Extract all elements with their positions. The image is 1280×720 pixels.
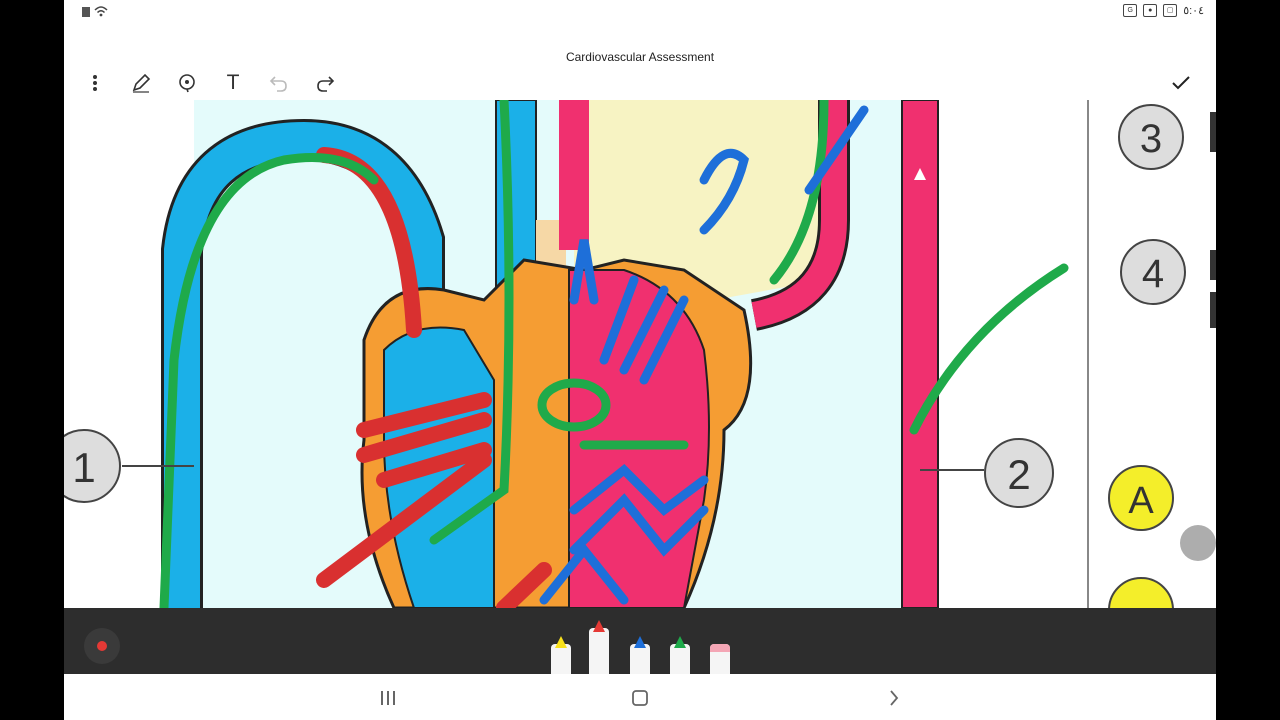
- record-button[interactable]: [84, 628, 120, 664]
- callout-circle-partial: [1108, 577, 1174, 608]
- home-icon[interactable]: [620, 684, 660, 712]
- status-time: ٥:٠٤: [1183, 5, 1204, 17]
- document-title: Cardiovascular Assessment: [565, 50, 715, 64]
- drawing-canvas[interactable]: 1 2 3 4 A: [64, 100, 1216, 608]
- clipped-text: [1210, 112, 1216, 152]
- pen-blue[interactable]: [630, 636, 650, 674]
- pen-yellow[interactable]: [551, 636, 571, 674]
- status-left: [82, 5, 108, 17]
- check-icon[interactable]: [1166, 68, 1196, 98]
- pen-tip-blue: [634, 636, 646, 648]
- eraser[interactable]: [710, 644, 730, 674]
- status-right: G ● ▢ ٥:٠٤: [1123, 4, 1204, 17]
- clipped-text: [1210, 292, 1216, 328]
- wifi-icon: [94, 6, 108, 17]
- scroll-handle[interactable]: [1180, 525, 1216, 561]
- pen-tip-yellow: [555, 636, 567, 648]
- system-nav-bar: [64, 674, 1216, 720]
- pen-tip-red: [593, 620, 605, 632]
- callout-label-3: 3: [1140, 117, 1162, 161]
- translate-icon: G: [1123, 4, 1138, 17]
- callout-label-a: A: [1128, 480, 1154, 522]
- screen: G ● ▢ ٥:٠٤ Cardiovascular Assessment T 1…: [64, 0, 1216, 720]
- callout-label-1: 1: [72, 444, 95, 491]
- record-icon: [97, 641, 107, 651]
- sd-card-icon: [82, 6, 90, 17]
- callout-label-4: 4: [1142, 252, 1164, 296]
- pen-green[interactable]: [670, 636, 690, 674]
- pen-tip-green: [674, 636, 686, 648]
- pen-red[interactable]: [589, 620, 609, 674]
- more-vert-icon[interactable]: [80, 68, 110, 98]
- text-icon[interactable]: T: [218, 68, 248, 98]
- screen-record-icon: ●: [1143, 4, 1158, 17]
- status-bar: G ● ▢ ٥:٠٤: [64, 0, 1216, 24]
- back-icon[interactable]: [874, 684, 914, 712]
- screenshot-icon: ▢: [1163, 4, 1178, 17]
- undo-icon[interactable]: [264, 68, 294, 98]
- clipped-text: [1210, 250, 1216, 280]
- toolbar: T: [64, 66, 1216, 98]
- recents-icon[interactable]: [368, 684, 408, 712]
- pen-tray: [64, 608, 1216, 674]
- callout-label-2: 2: [1007, 451, 1030, 498]
- pen-icon[interactable]: [126, 68, 156, 98]
- redo-icon[interactable]: [310, 68, 340, 98]
- heart-diagram: 1 2 3 4 A: [64, 100, 1216, 608]
- lasso-icon[interactable]: [172, 68, 202, 98]
- eraser-tip: [710, 644, 730, 652]
